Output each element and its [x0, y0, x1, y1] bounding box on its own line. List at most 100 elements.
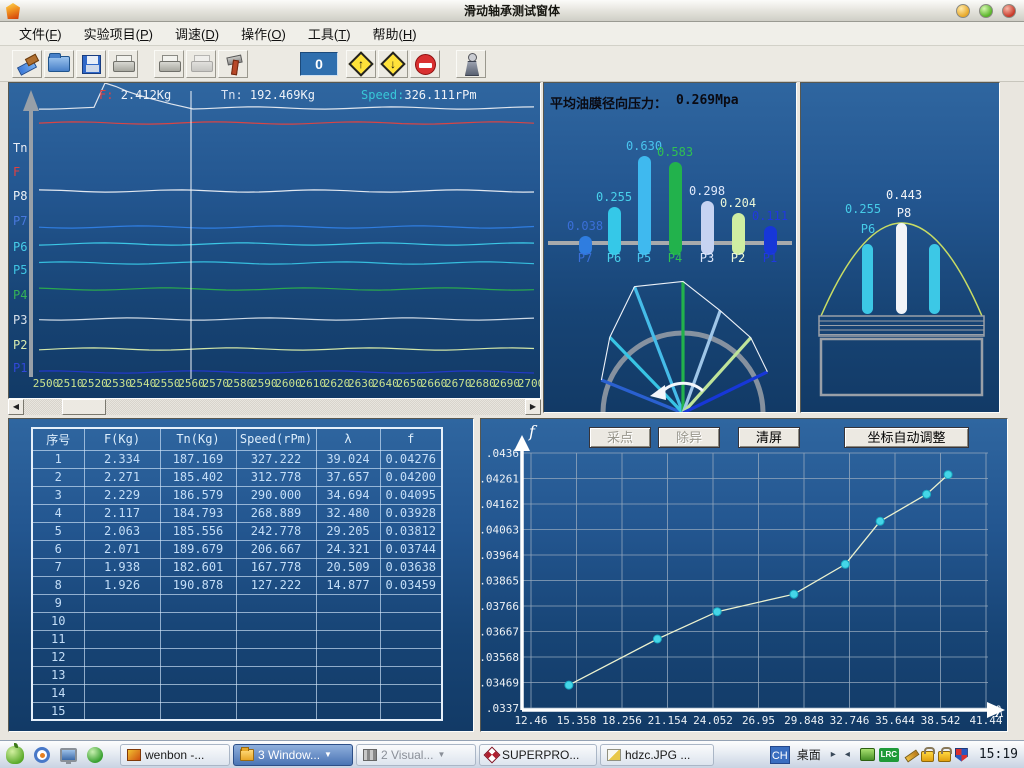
lrc-tray-icon[interactable]: LRC [879, 748, 899, 762]
dropdown-icon[interactable]: ▼ [437, 750, 445, 759]
save-button[interactable] [76, 50, 106, 78]
table-cell [380, 594, 442, 612]
menu-item[interactable]: 帮助(H) [362, 21, 428, 46]
taskbar-button[interactable]: wenbon -... [120, 744, 230, 766]
channel-line-P3 [39, 318, 534, 320]
table-cell: 12 [32, 648, 84, 666]
window-title: 滑动轴承测试窗体 [0, 2, 1024, 19]
system-tray: LRC [860, 748, 968, 762]
table-cell: 127.222 [236, 576, 316, 594]
taskbar-button[interactable]: SUPERPRO... [479, 744, 597, 766]
language-bar[interactable]: CH [770, 746, 790, 764]
table-cell: 290.000 [236, 486, 316, 504]
scroll-right-button[interactable]: ▶ [525, 399, 541, 415]
flambda-panel: 12.4615.35818.25621.15424.05226.9529.848… [480, 418, 1008, 732]
stop-button[interactable] [410, 50, 440, 78]
menu-bar: 文件(F)实验项目(P)调速(D)操作(O)工具(T)帮助(H) [0, 22, 1024, 46]
table-cell [236, 594, 316, 612]
superpro-task-icon [484, 746, 501, 763]
fl-y-tick: .0436 [486, 447, 519, 460]
strip-x-tick: 2640 [372, 377, 399, 390]
fl-x-tick: 24.052 [693, 714, 733, 727]
pressure-bar-P5 [638, 156, 651, 255]
menu-item[interactable]: 实验项目(P) [73, 21, 164, 46]
desktop-toolbar-label[interactable]: 桌面 [793, 746, 825, 763]
table-row: 81.926190.878127.22214.8770.03459 [32, 576, 442, 594]
scrollbar-thumb[interactable] [62, 399, 106, 415]
scroll-left-button[interactable]: ◀ [8, 399, 24, 415]
film-bar-p6 [862, 244, 873, 314]
pressure-bar-value: 0.255 [588, 190, 640, 204]
taskbar: wenbon -...3 Window...▼ 2 Visual... ▼ SUPER… [0, 740, 1024, 768]
taskbar-button[interactable]: 3 Window...▼ [233, 744, 353, 766]
new-button[interactable] [12, 50, 42, 78]
tools-button[interactable] [218, 50, 248, 78]
table-cell [84, 684, 160, 702]
table-cell: 182.601 [160, 558, 236, 576]
desktop-expand-icon[interactable]: ▸ [828, 749, 839, 760]
operator-button[interactable] [456, 50, 486, 78]
taskbar-button-label: 2 Visual... [381, 748, 433, 762]
media-player-icon[interactable] [34, 747, 50, 763]
pen-tray-icon[interactable] [903, 748, 917, 762]
lock-tray-icon[interactable] [921, 751, 934, 762]
table-cell: 2.334 [84, 450, 160, 468]
data-point [944, 471, 952, 479]
p8-value-label: 0.443 [886, 188, 922, 202]
fl-y-tick: .04261 [481, 473, 519, 486]
table-cell [316, 684, 380, 702]
apple-menu-icon[interactable] [6, 746, 24, 764]
shield-tray-icon[interactable] [955, 748, 968, 762]
table-cell: 11 [32, 630, 84, 648]
green-app-icon[interactable] [87, 747, 103, 763]
menu-item[interactable]: 文件(F) [8, 21, 73, 46]
table-row: 32.229186.579290.00034.6940.04095 [32, 486, 442, 504]
fl-x-tick: 12.46 [514, 714, 547, 727]
speed-up-button[interactable]: ↑ [346, 50, 376, 78]
table-cell: 34.694 [316, 486, 380, 504]
table-cell [160, 594, 236, 612]
f-lambda-chart: 12.4615.35818.25621.15424.05226.9529.848… [481, 419, 1008, 732]
table-cell [84, 630, 160, 648]
taskbar-button[interactable]: hdzc.JPG ... [600, 744, 714, 766]
table-cell [160, 702, 236, 720]
menu-item[interactable]: 工具(T) [297, 21, 362, 46]
taskbar-button[interactable]: 2 Visual... ▼ [356, 744, 476, 766]
table-row: 42.117184.793268.88932.4800.03928 [32, 504, 442, 522]
menu-item[interactable]: 操作(O) [230, 21, 297, 46]
table-cell: 13 [32, 666, 84, 684]
table-cell [84, 612, 160, 630]
close-button[interactable] [1002, 4, 1016, 18]
table-row: 22.271185.402312.77837.6570.04200 [32, 468, 442, 486]
tray-collapse-icon[interactable]: ◂ [842, 749, 853, 760]
open-button[interactable] [44, 50, 74, 78]
chart-button-3[interactable]: 清屏 [738, 427, 800, 448]
maximize-button[interactable] [979, 4, 993, 18]
table-cell: 184.793 [160, 504, 236, 522]
usb-tray-icon[interactable] [860, 748, 875, 761]
table-cell: 0.04276 [380, 450, 442, 468]
table-cell: 0.04200 [380, 468, 442, 486]
chart-button-4[interactable]: 坐标自动调整 [844, 427, 969, 448]
menu-item[interactable]: 调速(D) [164, 21, 230, 46]
strip-x-tick: 2550 [154, 377, 181, 390]
print-preview-button[interactable] [154, 50, 184, 78]
dropdown-icon[interactable]: ▼ [324, 750, 332, 759]
fl-y-tick: .03667 [481, 626, 519, 639]
table-cell: 2.063 [84, 522, 160, 540]
table-cell [84, 666, 160, 684]
speed-down-button[interactable]: ↓ [378, 50, 408, 78]
table-header: 序号 [32, 428, 84, 450]
brush-icon [16, 54, 38, 74]
table-cell [160, 684, 236, 702]
print-button[interactable] [108, 50, 138, 78]
table-cell [380, 702, 442, 720]
minimize-button[interactable] [956, 4, 970, 18]
person-icon [463, 53, 479, 75]
lock2-tray-icon[interactable] [938, 751, 951, 762]
table-cell [160, 630, 236, 648]
speed-down-icon: ↓ [380, 51, 405, 76]
table-cell [380, 612, 442, 630]
display-icon[interactable] [60, 748, 77, 762]
scrollbar-track[interactable] [24, 399, 525, 415]
